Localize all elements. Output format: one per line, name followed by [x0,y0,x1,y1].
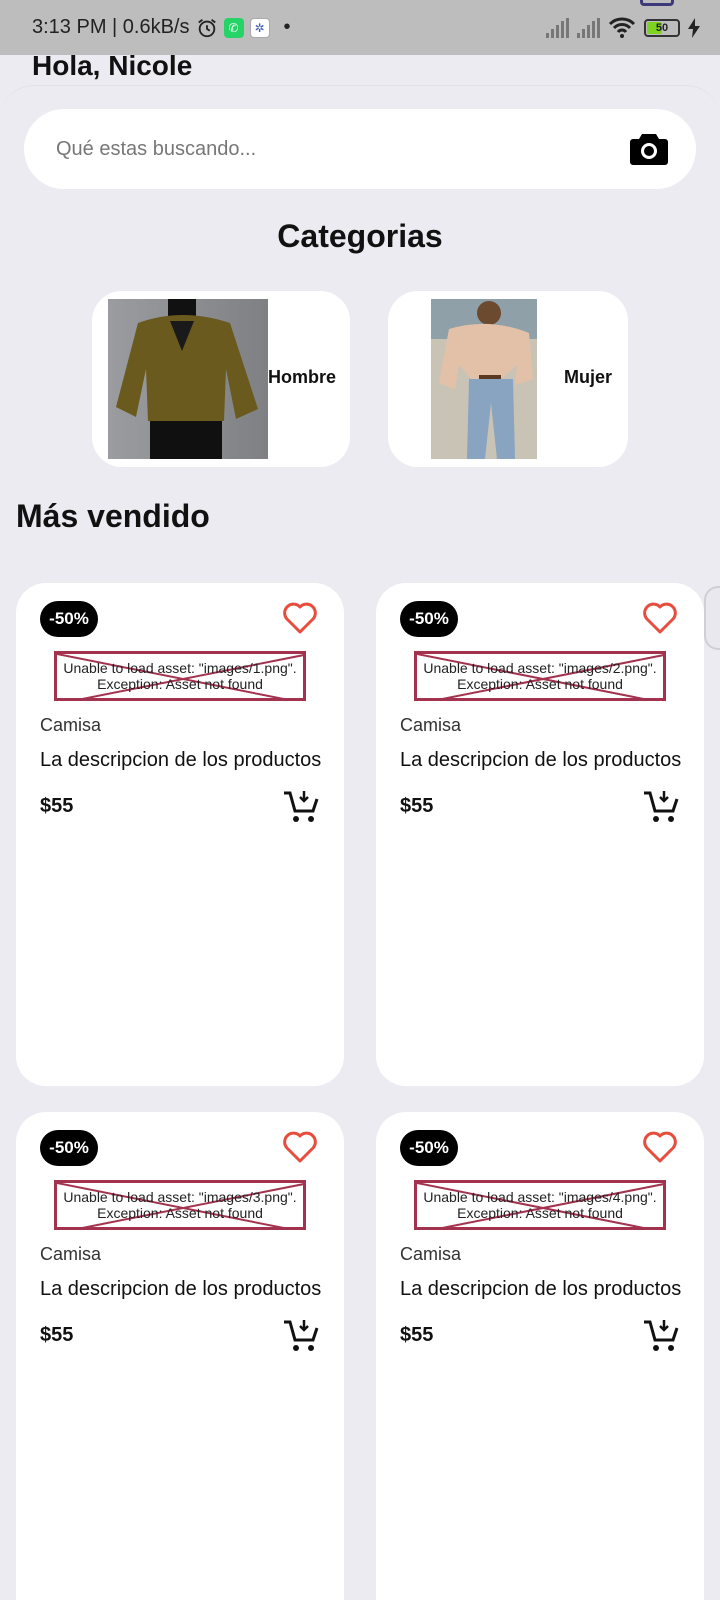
category-label-mujer: Mujer [564,367,613,387]
heart-icon[interactable] [642,1130,678,1164]
product-category: Camisa [40,1244,102,1264]
status-bar: 3:13 PM | 0.6kB/s ✆ ✲ • 50 [0,0,720,55]
product-price: $55 [400,795,434,817]
add-to-cart-icon[interactable] [282,1318,320,1354]
product-card[interactable]: -50% Unable to load asset: "images/3.png… [16,1112,344,1600]
mujer-photo [431,299,537,459]
image-error-text: Unable to load asset: "images/4.png". [423,1189,657,1205]
heart-icon[interactable] [282,1130,318,1164]
image-error-text: Unable to load asset: "images/2.png". [423,660,657,676]
add-to-cart-icon[interactable] [282,789,320,825]
whatsapp-icon: ✆ [223,17,244,38]
discount-badge: -50% [400,601,458,637]
search-input[interactable] [56,137,630,161]
battery-icon: 50 [644,18,680,37]
greeting: Hola, Nicole [32,50,193,81]
status-time: 3:13 PM | 0.6kB/s [32,16,190,38]
product-price: $55 [40,1324,74,1346]
wifi-icon [608,17,636,39]
product-card[interactable]: -50% Unable to load asset: "images/2.png… [376,583,704,1086]
broken-image: Unable to load asset: "images/4.png". Exc… [414,1180,666,1230]
broken-image: Unable to load asset: "images/1.png". Exc… [54,651,306,701]
status-dot: • [283,16,291,38]
product-description: La descripcion de los productos [40,749,322,771]
discount-badge: -50% [40,1130,98,1166]
discount-badge: -50% [400,1130,458,1166]
product-description: La descripcion de los productos [400,1278,682,1300]
product-price: $55 [400,1324,434,1346]
product-category: Camisa [400,715,462,735]
image-error-text-2: Exception: Asset not found [97,1205,263,1221]
broken-image: Unable to load asset: "images/3.png". Exc… [54,1180,306,1230]
discount-badge: -50% [40,601,98,637]
image-error-text-2: Exception: Asset not found [457,676,623,692]
image-error-text: Unable to load asset: "images/3.png". [63,1189,297,1205]
signal-icon [546,17,569,38]
broken-image: Unable to load asset: "images/2.png". Exc… [414,651,666,701]
category-card-hombre[interactable]: Hombre [92,291,350,467]
camera-icon[interactable] [630,132,668,166]
product-description: La descripcion de los productos [40,1278,322,1300]
search-bar[interactable] [24,109,696,189]
charging-icon [688,17,700,38]
scroll-handle[interactable] [704,586,720,650]
product-category: Camisa [400,1244,462,1264]
product-card[interactable]: -50% Unable to load asset: "images/1.png… [16,583,344,1086]
heart-icon[interactable] [642,601,678,635]
image-error-text-2: Exception: Asset not found [457,1205,623,1221]
hombre-photo [108,299,268,459]
add-to-cart-icon[interactable] [642,1318,680,1354]
product-category: Camisa [40,715,102,735]
category-label-hombre: Hombre [268,367,337,387]
heart-icon[interactable] [282,601,318,635]
best-sellers-title: Más vendido [16,498,210,534]
product-card[interactable]: -50% Unable to load asset: "images/4.png… [376,1112,704,1600]
category-card-mujer[interactable]: Mujer [388,291,628,467]
product-description: La descripcion de los productos [400,749,682,771]
app-icon: ✲ [249,17,270,38]
signal-icon-2 [577,17,600,38]
alarm-icon [196,17,218,39]
image-error-text-2: Exception: Asset not found [97,676,263,692]
product-price: $55 [40,795,74,817]
categories-title: Categorias [277,218,443,254]
image-error-text: Unable to load asset: "images/1.png". [63,660,297,676]
add-to-cart-icon[interactable] [642,789,680,825]
